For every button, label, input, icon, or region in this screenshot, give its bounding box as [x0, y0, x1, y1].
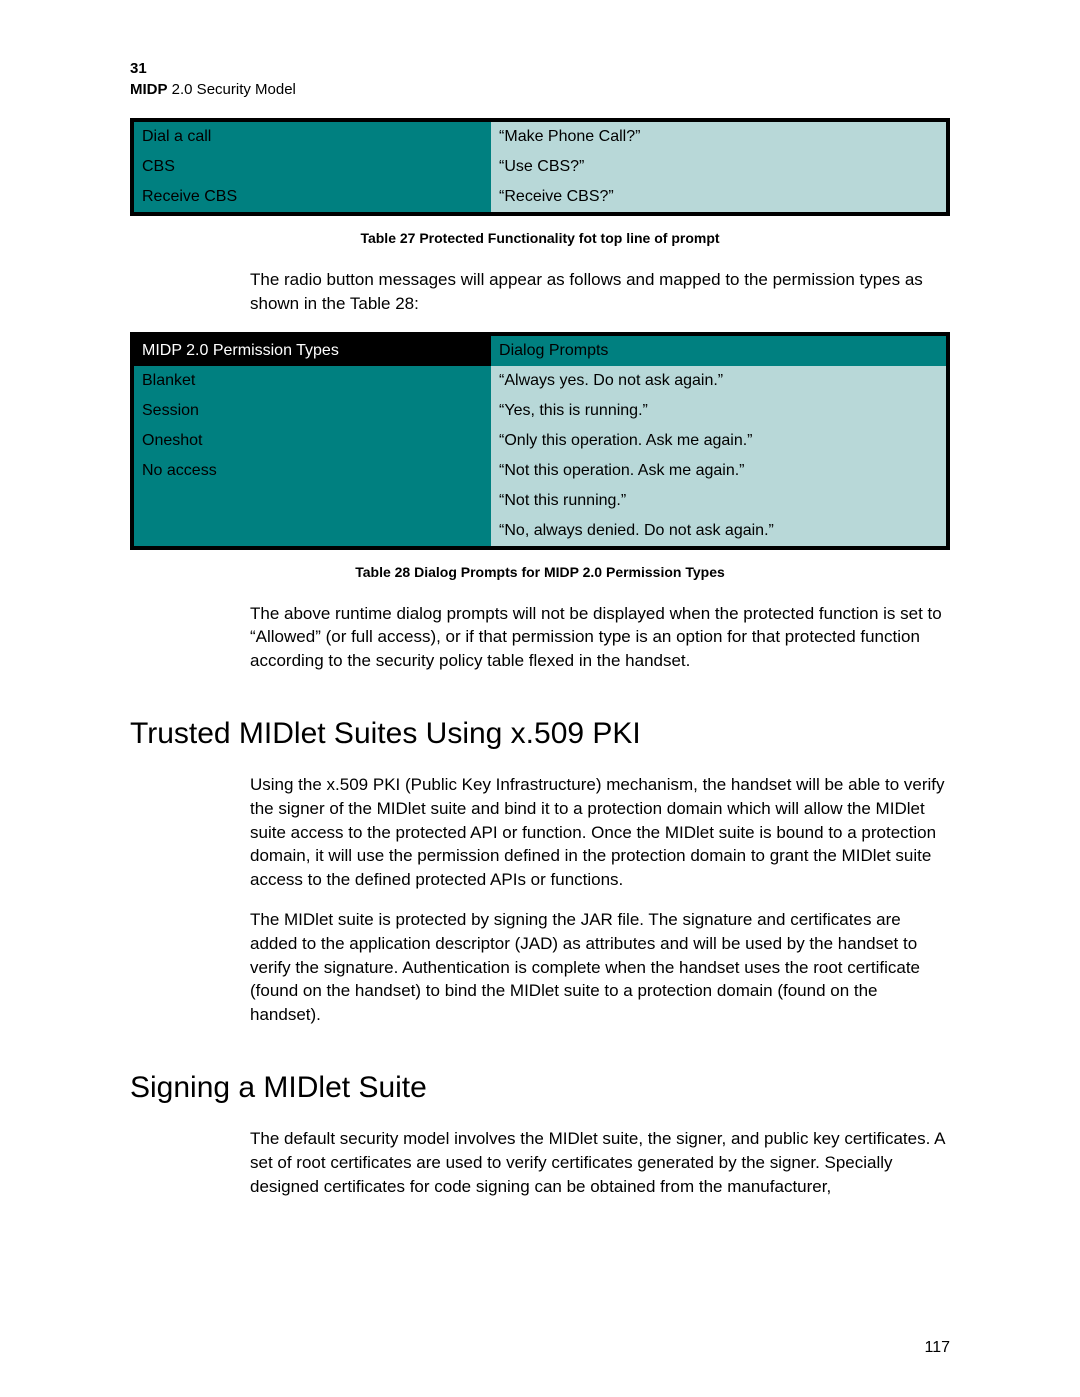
chapter-number: 31 — [130, 58, 950, 79]
table-cell: Receive CBS — [132, 182, 491, 214]
section-heading: Signing a MIDlet Suite — [130, 1071, 950, 1105]
table-header-cell: MIDP 2.0 Permission Types — [132, 334, 491, 366]
table-cell — [132, 486, 491, 516]
table-27-caption: Table 27 Protected Functionality fot top… — [130, 230, 950, 246]
paragraph: Using the x.509 PKI (Public Key Infrastr… — [250, 773, 950, 892]
table-row: CBS “Use CBS?” — [132, 152, 948, 182]
table-cell: No access — [132, 456, 491, 486]
table-row: No access “Not this operation. Ask me ag… — [132, 456, 948, 486]
table-cell: “No, always denied. Do not ask again.” — [491, 516, 948, 548]
table-28-caption: Table 28 Dialog Prompts for MIDP 2.0 Per… — [130, 564, 950, 580]
table-row: Receive CBS “Receive CBS?” — [132, 182, 948, 214]
table-cell — [132, 516, 491, 548]
table-header-cell: Dialog Prompts — [491, 334, 948, 366]
table-cell: “Yes, this is running.” — [491, 396, 948, 426]
table-cell: “Not this running.” — [491, 486, 948, 516]
table-cell: “Not this operation. Ask me again.” — [491, 456, 948, 486]
table-row: Session “Yes, this is running.” — [132, 396, 948, 426]
table-cell: “Always yes. Do not ask again.” — [491, 366, 948, 396]
table-28: MIDP 2.0 Permission Types Dialog Prompts… — [130, 332, 950, 550]
section-heading: Trusted MIDlet Suites Using x.509 PKI — [130, 717, 950, 751]
table-row: Dial a call “Make Phone Call?” — [132, 120, 948, 152]
table-cell: “Use CBS?” — [491, 152, 948, 182]
table-cell: Blanket — [132, 366, 491, 396]
table-cell: “Make Phone Call?” — [491, 120, 948, 152]
paragraph: The above runtime dialog prompts will no… — [250, 602, 950, 673]
page-number: 117 — [924, 1339, 950, 1357]
chapter-title: MIDP 2.0 Security Model — [130, 79, 950, 100]
paragraph: The radio button messages will appear as… — [250, 268, 950, 316]
table-row: Blanket “Always yes. Do not ask again.” — [132, 366, 948, 396]
table-row: “No, always denied. Do not ask again.” — [132, 516, 948, 548]
table-row: Oneshot “Only this operation. Ask me aga… — [132, 426, 948, 456]
page-header: 31 MIDP 2.0 Security Model — [130, 58, 950, 100]
paragraph: The default security model involves the … — [250, 1127, 950, 1198]
table-cell: CBS — [132, 152, 491, 182]
paragraph: The MIDlet suite is protected by signing… — [250, 908, 950, 1027]
table-27: Dial a call “Make Phone Call?” CBS “Use … — [130, 118, 950, 216]
document-page: 31 MIDP 2.0 Security Model Dial a call “… — [0, 0, 1080, 1397]
table-cell: Session — [132, 396, 491, 426]
chapter-title-bold: MIDP — [130, 81, 168, 98]
table-cell: “Receive CBS?” — [491, 182, 948, 214]
table-header-row: MIDP 2.0 Permission Types Dialog Prompts — [132, 334, 948, 366]
chapter-title-rest: 2.0 Security Model — [168, 81, 296, 98]
table-cell: Oneshot — [132, 426, 491, 456]
table-cell: “Only this operation. Ask me again.” — [491, 426, 948, 456]
table-row: “Not this running.” — [132, 486, 948, 516]
table-cell: Dial a call — [132, 120, 491, 152]
